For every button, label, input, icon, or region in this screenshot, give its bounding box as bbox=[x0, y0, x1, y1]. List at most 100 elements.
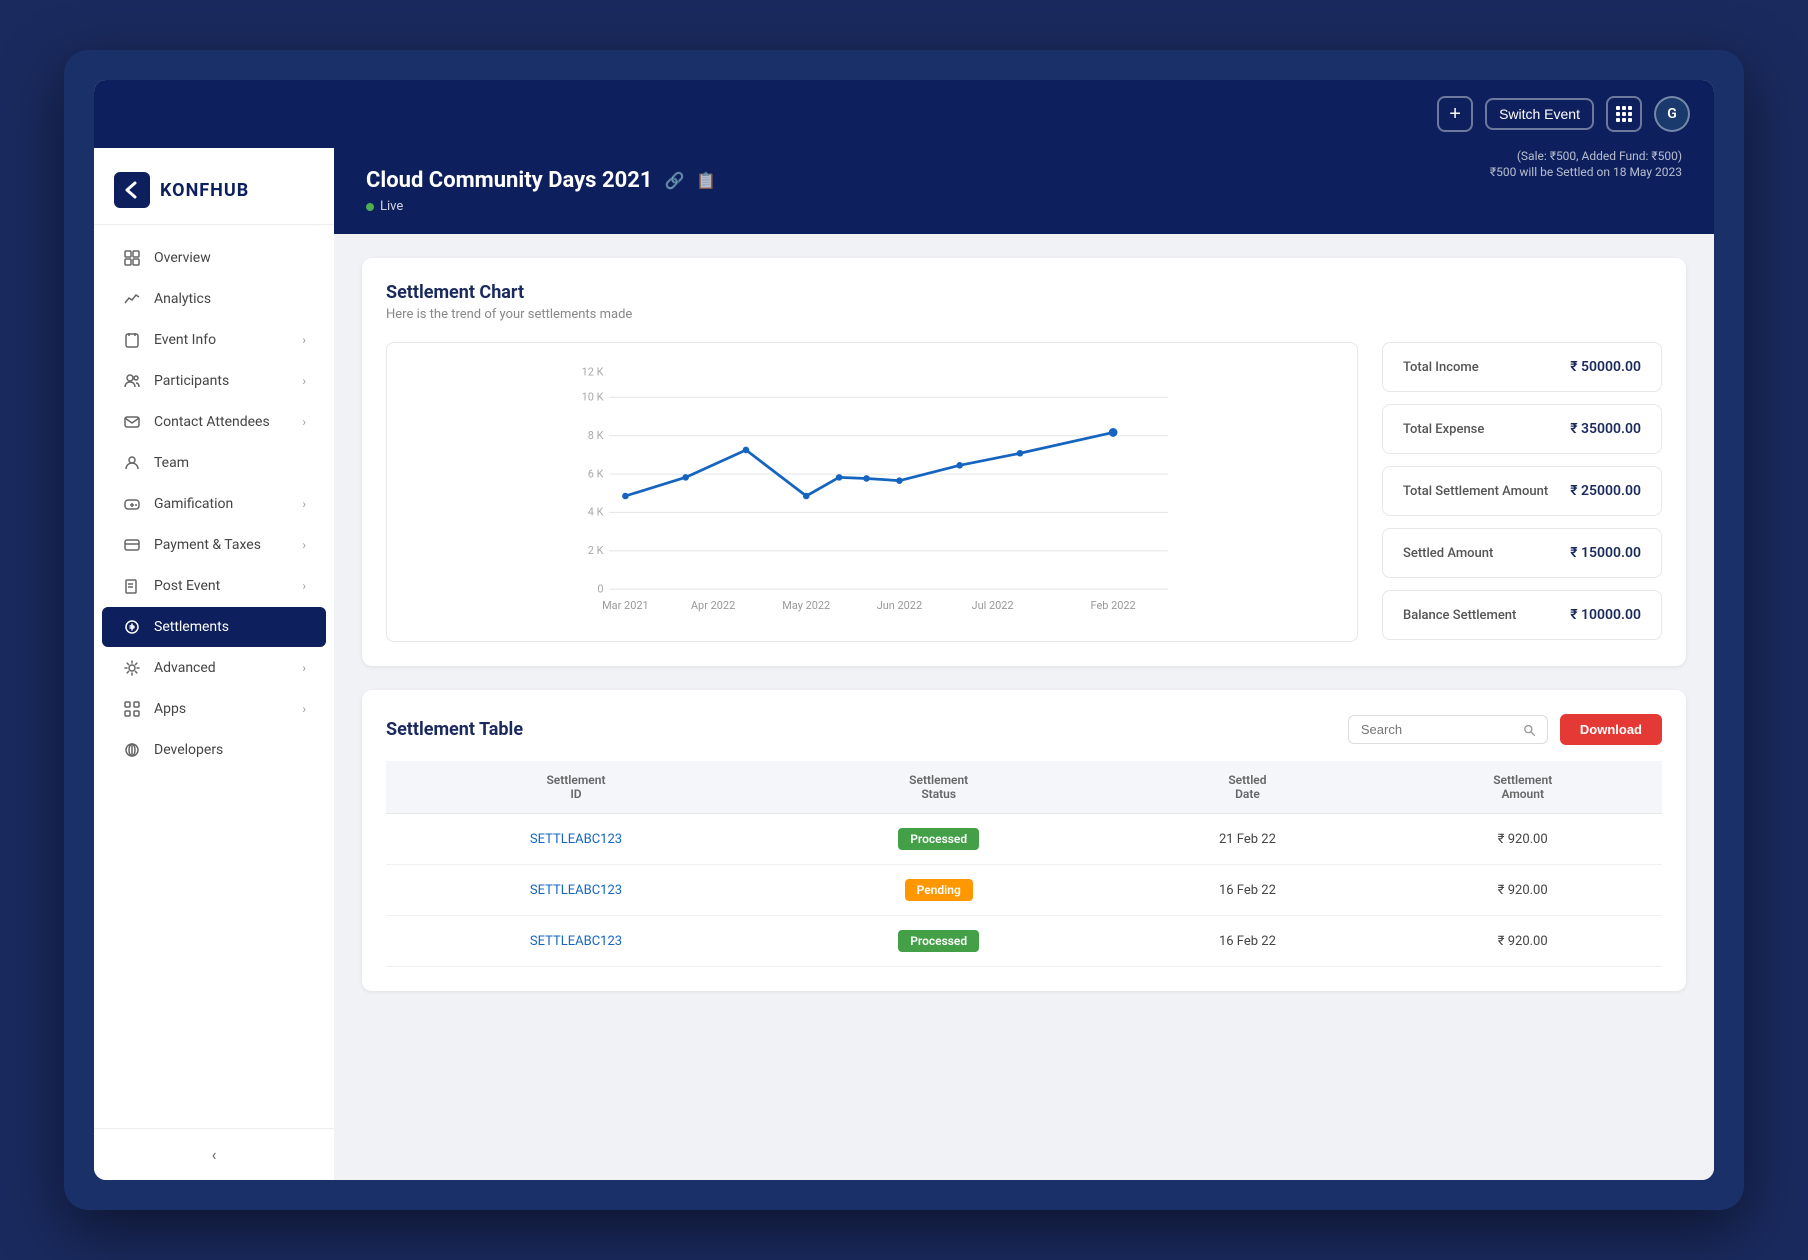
settlement-amount: ₹ 920.00 bbox=[1383, 865, 1662, 916]
settlement-id[interactable]: SETTLEABC123 bbox=[386, 814, 766, 865]
sidebar-item-gamification-label: Gamification bbox=[154, 496, 290, 512]
sidebar-item-post-event-label: Post Event bbox=[154, 578, 290, 594]
switch-event-button[interactable]: Switch Event bbox=[1485, 98, 1594, 130]
add-button[interactable]: + bbox=[1437, 96, 1473, 132]
svg-text:10 K: 10 K bbox=[582, 391, 604, 404]
table-header-row: Settlement Table Download bbox=[386, 714, 1662, 745]
event-header: Cloud Community Days 2021 🔗 📋 Live Curre… bbox=[334, 148, 1714, 234]
settlement-amount: ₹ 920.00 bbox=[1383, 916, 1662, 967]
col-settled-date: SettledDate bbox=[1111, 761, 1383, 814]
search-input[interactable] bbox=[1361, 722, 1515, 737]
svg-text:12 K: 12 K bbox=[582, 365, 604, 378]
stat-settled-amount: Settled Amount ₹ 15000.00 bbox=[1382, 528, 1662, 578]
outer-frame: + Switch Event G bbox=[64, 50, 1744, 1210]
svg-text:Feb 2022: Feb 2022 bbox=[1091, 599, 1136, 612]
logo-icon bbox=[114, 172, 150, 208]
table-title: Settlement Table bbox=[386, 719, 523, 740]
stat-total-income-value: ₹ 50000.00 bbox=[1570, 359, 1641, 375]
svg-text:Mar 2021: Mar 2021 bbox=[602, 599, 649, 612]
settled-date: 21 Feb 22 bbox=[1111, 814, 1383, 865]
col-settlement-id: SettlementID bbox=[386, 761, 766, 814]
sidebar-item-apps-label: Apps bbox=[154, 701, 290, 717]
sidebar-item-developers[interactable]: Developers bbox=[102, 730, 326, 770]
app-name: KONFHUB bbox=[160, 180, 249, 201]
download-button[interactable]: Download bbox=[1560, 714, 1662, 745]
overview-icon bbox=[122, 248, 142, 268]
grid-icon[interactable] bbox=[1606, 96, 1642, 132]
sidebar-item-participants-label: Participants bbox=[154, 373, 290, 389]
chart-with-stats: 0 2 K 4 K 6 K 8 K 10 K 12 K Mar 2021 bbox=[386, 342, 1662, 642]
settlement-amount: ₹ 920.00 bbox=[1383, 814, 1662, 865]
stat-balance-settlement-value: ₹ 10000.00 bbox=[1570, 607, 1641, 623]
stat-balance-settlement: Balance Settlement ₹ 10000.00 bbox=[1382, 590, 1662, 640]
search-box bbox=[1348, 715, 1548, 744]
event-title: Cloud Community Days 2021 bbox=[366, 168, 652, 193]
sidebar-item-event-info[interactable]: Event Info › bbox=[102, 320, 326, 360]
settlement-status: Processed bbox=[766, 814, 1111, 865]
stat-settled-amount-label: Settled Amount bbox=[1403, 546, 1493, 561]
balance-info: Current Balance: ₹1000 (Sale: ₹500, Adde… bbox=[1490, 148, 1682, 179]
sidebar-item-settlements[interactable]: Settlements bbox=[102, 607, 326, 647]
sidebar-item-overview-label: Overview bbox=[154, 250, 306, 266]
sidebar-item-analytics[interactable]: Analytics bbox=[102, 279, 326, 319]
sidebar-logo: KONFHUB bbox=[94, 148, 334, 225]
table-header: SettlementID SettlementStatus SettledDat… bbox=[386, 761, 1662, 814]
sidebar-item-participants[interactable]: Participants › bbox=[102, 361, 326, 401]
analytics-icon bbox=[122, 289, 142, 309]
table-row: SETTLEABC123 Processed 21 Feb 22 ₹ 920.0… bbox=[386, 814, 1662, 865]
sidebar-item-gamification[interactable]: Gamification › bbox=[102, 484, 326, 524]
table-row: SETTLEABC123 Processed 16 Feb 22 ₹ 920.0… bbox=[386, 916, 1662, 967]
svg-text:May 2022: May 2022 bbox=[782, 599, 830, 612]
search-icon bbox=[1523, 723, 1535, 737]
sidebar-collapse-button[interactable]: ‹ bbox=[94, 1128, 334, 1180]
participants-icon bbox=[122, 371, 142, 391]
sidebar-item-advanced[interactable]: Advanced › bbox=[102, 648, 326, 688]
event-info-arrow: › bbox=[302, 333, 306, 347]
advanced-icon bbox=[122, 658, 142, 678]
copy-icon[interactable]: 📋 bbox=[696, 171, 716, 190]
sidebar-item-overview[interactable]: Overview bbox=[102, 238, 326, 278]
settled-date: 16 Feb 22 bbox=[1111, 916, 1383, 967]
table-controls: Download bbox=[1348, 714, 1662, 745]
svg-text:2 K: 2 K bbox=[588, 544, 604, 557]
settlement-chart: 0 2 K 4 K 6 K 8 K 10 K 12 K Mar 2021 bbox=[403, 359, 1341, 633]
svg-text:0: 0 bbox=[597, 582, 603, 595]
svg-text:Jun 2022: Jun 2022 bbox=[877, 599, 922, 612]
sidebar-item-apps[interactable]: Apps › bbox=[102, 689, 326, 729]
svg-text:8 K: 8 K bbox=[588, 429, 604, 442]
payment-taxes-arrow: › bbox=[302, 538, 306, 552]
settlement-status: Processed bbox=[766, 916, 1111, 967]
sidebar-navigation: Overview Analytics Event Info › bbox=[94, 225, 334, 1128]
stat-balance-settlement-label: Balance Settlement bbox=[1403, 608, 1516, 623]
contact-attendees-arrow: › bbox=[302, 415, 306, 429]
sidebar-item-team[interactable]: Team bbox=[102, 443, 326, 483]
table-row: SETTLEABC123 Pending 16 Feb 22 ₹ 920.00 bbox=[386, 865, 1662, 916]
status-badge: Processed bbox=[898, 828, 979, 850]
contact-attendees-icon bbox=[122, 412, 142, 432]
sidebar-item-payment-taxes-label: Payment & Taxes bbox=[154, 537, 290, 553]
participants-arrow: › bbox=[302, 374, 306, 388]
link-icon[interactable]: 🔗 bbox=[664, 171, 684, 190]
sidebar-item-team-label: Team bbox=[154, 455, 306, 471]
stat-total-expense-value: ₹ 35000.00 bbox=[1570, 421, 1641, 437]
apps-arrow: › bbox=[302, 702, 306, 716]
settled-date: 16 Feb 22 bbox=[1111, 865, 1383, 916]
gamification-arrow: › bbox=[302, 497, 306, 511]
avatar[interactable]: G bbox=[1654, 96, 1690, 132]
gamification-icon bbox=[122, 494, 142, 514]
page-content: Settlement Chart Here is the trend of yo… bbox=[334, 234, 1714, 1180]
table-section: Settlement Table Download bbox=[362, 690, 1686, 991]
sidebar-item-post-event[interactable]: Post Event › bbox=[102, 566, 326, 606]
sidebar-item-analytics-label: Analytics bbox=[154, 291, 306, 307]
sidebar-item-settlements-label: Settlements bbox=[154, 619, 306, 635]
sidebar-item-payment-taxes[interactable]: Payment & Taxes › bbox=[102, 525, 326, 565]
stat-total-settlement-value: ₹ 25000.00 bbox=[1570, 483, 1641, 499]
stat-total-expense-label: Total Expense bbox=[1403, 422, 1484, 437]
stat-total-settlement-label: Total Settlement Amount bbox=[1403, 484, 1548, 499]
settlement-id[interactable]: SETTLEABC123 bbox=[386, 916, 766, 967]
settlement-id[interactable]: SETTLEABC123 bbox=[386, 865, 766, 916]
sidebar-item-contact-attendees[interactable]: Contact Attendees › bbox=[102, 402, 326, 442]
sidebar: KONFHUB Overview Analytics bbox=[94, 148, 334, 1180]
balance-breakdown: (Sale: ₹500, Added Fund: ₹500) bbox=[1490, 149, 1682, 163]
stat-total-settlement: Total Settlement Amount ₹ 25000.00 bbox=[1382, 466, 1662, 516]
